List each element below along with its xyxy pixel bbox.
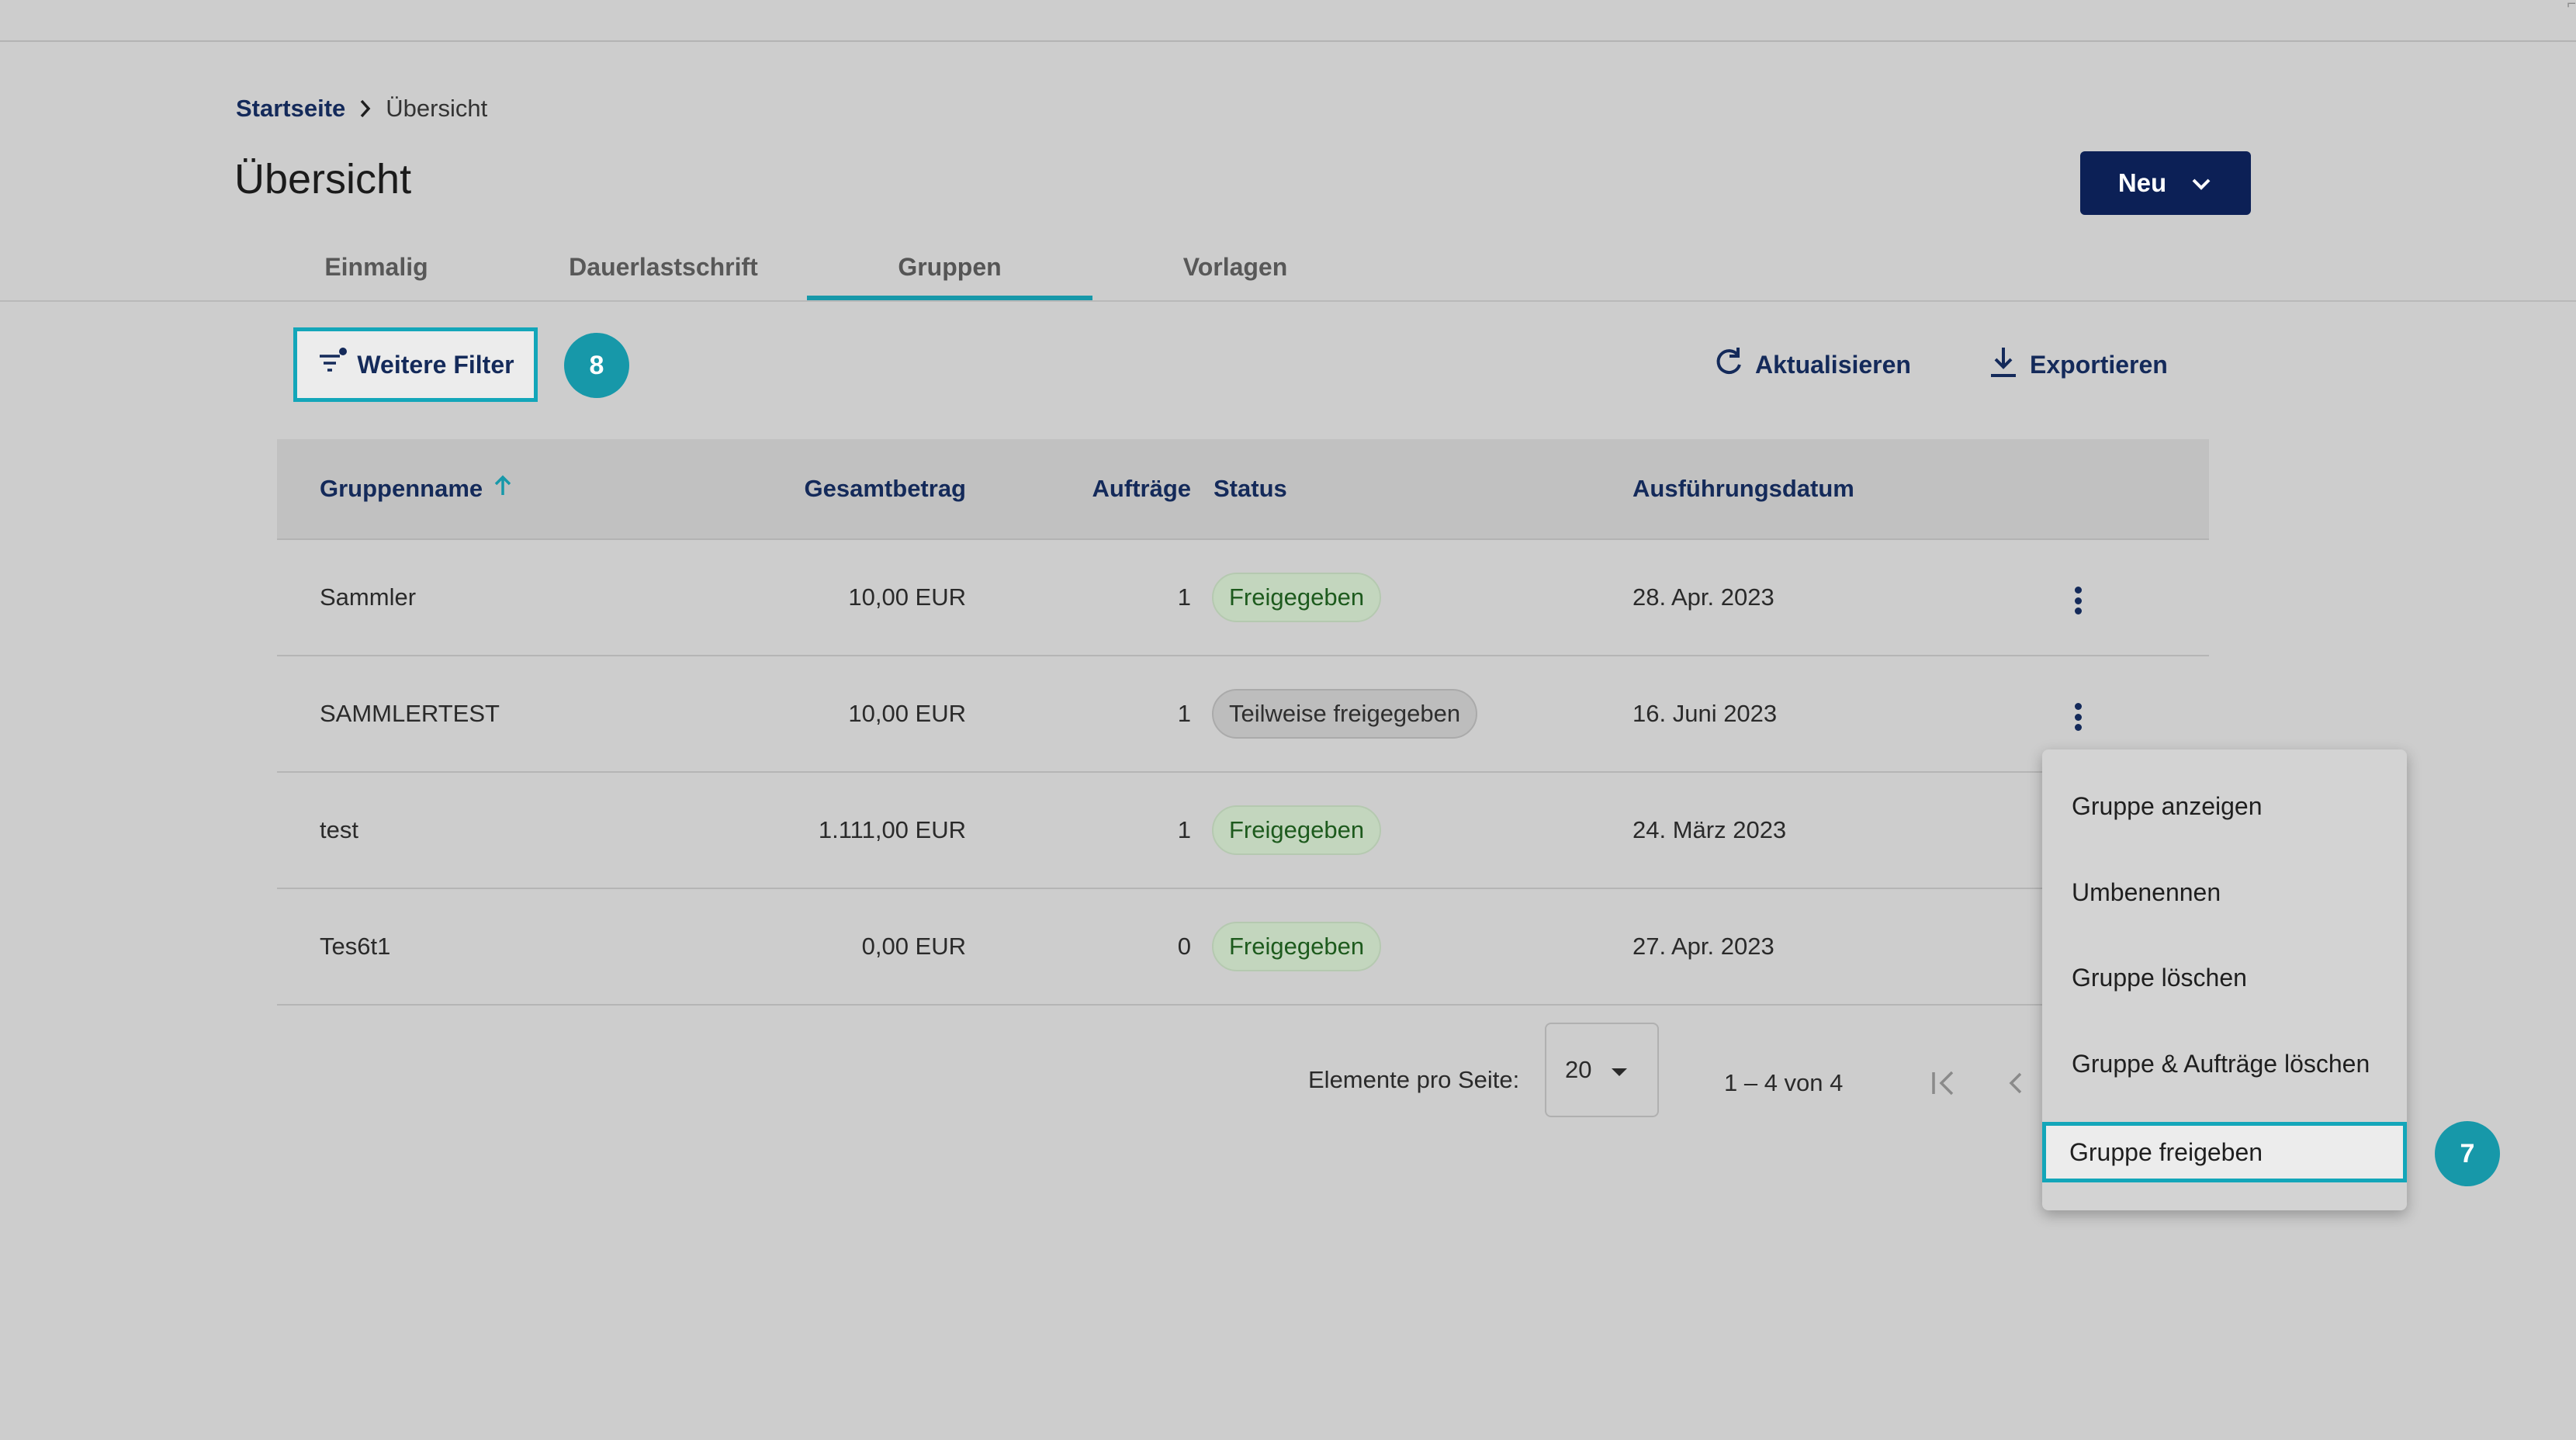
more-filters-button[interactable]: Weitere Filter	[293, 327, 538, 402]
menu-item-approve-group[interactable]: Gruppe freigeben	[2042, 1122, 2407, 1182]
tab-einmalig[interactable]: Einmalig	[279, 233, 473, 301]
items-per-page-label: Elemente pro Seite:	[1308, 1066, 1520, 1093]
cell-name: test	[320, 816, 358, 843]
status-badge: Freigegeben	[1212, 922, 1382, 971]
tab-gruppen[interactable]: Gruppen	[807, 233, 1092, 301]
cell-date: 27. Apr. 2023	[1633, 933, 1774, 960]
step-badge-7: 7	[2435, 1121, 2500, 1186]
previous-page-icon[interactable]	[2005, 1066, 2025, 1100]
menu-item-rename[interactable]: Umbenennen	[2042, 857, 2407, 927]
cell-name: SAMMLERTEST	[320, 700, 500, 727]
status-badge: Teilweise freigegeben	[1212, 689, 1478, 739]
column-header-status[interactable]: Status	[1214, 472, 1287, 506]
column-header-name[interactable]: Gruppenname	[320, 472, 512, 506]
row-divider	[277, 655, 2209, 656]
first-page-icon[interactable]	[1929, 1066, 1960, 1100]
items-per-page-value: 20	[1565, 1056, 1592, 1083]
dropdown-arrow-icon	[1610, 1056, 1629, 1084]
cell-amount: 0,00 EUR	[861, 933, 966, 960]
breadcrumb-current: Übersicht	[386, 95, 488, 122]
row-actions-menu: Gruppe anzeigen Umbenennen Gruppe lösche…	[2042, 749, 2407, 1210]
menu-item-view-group[interactable]: Gruppe anzeigen	[2042, 771, 2407, 841]
status-badge: Freigegeben	[1212, 805, 1382, 855]
tabs-divider	[0, 300, 2576, 302]
cell-orders: 1	[1177, 583, 1191, 611]
new-button-label: Neu	[2117, 168, 2167, 197]
tab-dauerlastschrift[interactable]: Dauerlastschrift	[535, 233, 791, 301]
row-divider	[277, 1004, 2209, 1006]
more-vert-icon[interactable]	[2072, 583, 2084, 618]
chevron-down-icon	[2190, 168, 2213, 198]
refresh-label: Aktualisieren	[1755, 350, 1911, 379]
cell-amount: 10,00 EUR	[848, 700, 966, 727]
breadcrumb-home-link[interactable]: Startseite	[236, 95, 345, 123]
new-button[interactable]: Neu	[2080, 151, 2251, 215]
column-header-amount[interactable]: Gesamtbetrag	[698, 472, 966, 506]
export-button[interactable]: Exportieren	[1986, 341, 2168, 388]
filter-icon	[317, 346, 351, 383]
chevron-right-icon	[358, 98, 373, 119]
pagination-range: 1 – 4 von 4	[1724, 1069, 1844, 1096]
more-vert-icon[interactable]	[2072, 700, 2084, 734]
cell-date: 24. März 2023	[1633, 816, 1787, 843]
cell-orders: 0	[1177, 933, 1191, 960]
cell-orders: 1	[1177, 700, 1191, 727]
row-divider	[277, 888, 2209, 889]
window-corner-icon: ⌐	[2567, 0, 2576, 12]
items-per-page-select[interactable]: 20	[1545, 1023, 1659, 1117]
row-divider	[277, 771, 2209, 773]
top-divider	[0, 40, 2576, 42]
cell-amount: 1.111,00 EUR	[818, 816, 966, 843]
tab-vorlagen[interactable]: Vorlagen	[1102, 233, 1369, 301]
download-icon	[1986, 344, 2020, 385]
cell-date: 28. Apr. 2023	[1633, 583, 1774, 611]
cell-amount: 10,00 EUR	[848, 583, 966, 611]
cell-date: 16. Juni 2023	[1633, 700, 1778, 727]
cell-name: Tes6t1	[320, 933, 391, 960]
export-label: Exportieren	[2030, 350, 2168, 379]
page-title: Übersicht	[234, 156, 412, 202]
step-badge-8: 8	[564, 333, 629, 398]
menu-item-delete-group[interactable]: Gruppe löschen	[2042, 943, 2407, 1012]
refresh-icon	[1712, 344, 1746, 385]
column-name-label: Gruppenname	[320, 475, 483, 502]
breadcrumb: Startseite Übersicht	[236, 93, 487, 124]
arrow-up-icon	[493, 474, 512, 504]
status-badge: Freigegeben	[1212, 573, 1382, 622]
menu-item-delete-group-and-orders[interactable]: Gruppe & Aufträge löschen	[2042, 1029, 2407, 1099]
cell-name: Sammler	[320, 583, 417, 611]
refresh-button[interactable]: Aktualisieren	[1712, 341, 1911, 388]
column-header-date[interactable]: Ausführungsdatum	[1633, 472, 1854, 506]
column-header-orders[interactable]: Aufträge	[1009, 472, 1191, 506]
more-filters-label: Weitere Filter	[357, 350, 514, 379]
cell-orders: 1	[1177, 816, 1191, 843]
